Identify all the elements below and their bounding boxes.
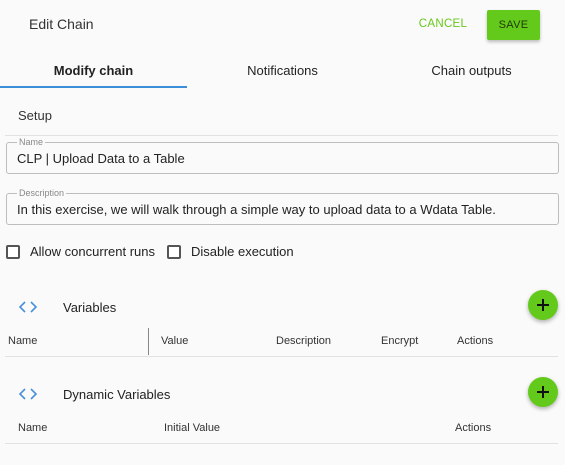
dynamic-variables-table-divider	[5, 443, 558, 444]
column-header-initial-value: Initial Value	[164, 422, 221, 434]
column-header-name: Name	[18, 422, 48, 434]
name-field-value: CLP | Upload Data to a Table	[17, 151, 185, 166]
allow-concurrent-runs-label: Allow concurrent runs	[30, 244, 155, 259]
plus-icon	[537, 386, 549, 398]
allow-concurrent-runs-option[interactable]: Allow concurrent runs	[6, 244, 155, 259]
column-resize-handle[interactable]	[148, 328, 149, 355]
description-field-label: Description	[17, 187, 67, 199]
code-icon	[18, 388, 38, 400]
description-field[interactable]: Description In this exercise, we will wa…	[6, 187, 559, 225]
variables-heading: Variables	[63, 300, 117, 315]
setup-divider	[5, 135, 558, 136]
dynamic-variables-heading: Dynamic Variables	[63, 387, 171, 402]
disable-execution-label: Disable execution	[191, 244, 294, 259]
code-icon	[18, 301, 38, 313]
column-header-name: Name	[8, 335, 38, 347]
column-header-description: Description	[276, 335, 332, 347]
save-button[interactable]: SAVE	[487, 10, 540, 40]
column-header-actions: Actions	[457, 335, 494, 347]
allow-concurrent-runs-checkbox[interactable]	[6, 244, 20, 259]
cancel-button[interactable]: CANCEL	[414, 12, 472, 36]
tab-chain-outputs[interactable]: Chain outputs	[378, 52, 565, 88]
name-field[interactable]: Name CLP | Upload Data to a Table	[6, 136, 559, 174]
column-header-value: Value	[161, 335, 189, 347]
add-dynamic-variable-button[interactable]	[528, 377, 558, 407]
active-tab-indicator	[0, 86, 187, 88]
name-field-label: Name	[17, 136, 46, 148]
tab-notifications[interactable]: Notifications	[187, 52, 378, 88]
dialog-title: Edit Chain	[29, 16, 94, 32]
disable-execution-checkbox[interactable]	[167, 244, 181, 259]
plus-icon	[537, 299, 549, 311]
description-field-value: In this exercise, we will walk through a…	[17, 202, 496, 217]
tab-bar: Modify chain Notifications Chain outputs	[0, 52, 565, 88]
column-header-encrypt: Encrypt	[381, 335, 419, 347]
column-header-actions: Actions	[455, 422, 492, 434]
dialog-header: Edit Chain CANCEL SAVE	[0, 0, 565, 48]
disable-execution-option[interactable]: Disable execution	[167, 244, 294, 259]
setup-heading: Setup	[18, 108, 52, 123]
tab-modify-chain[interactable]: Modify chain	[0, 52, 187, 88]
variables-table-divider	[5, 356, 558, 357]
add-variable-button[interactable]	[528, 290, 558, 320]
